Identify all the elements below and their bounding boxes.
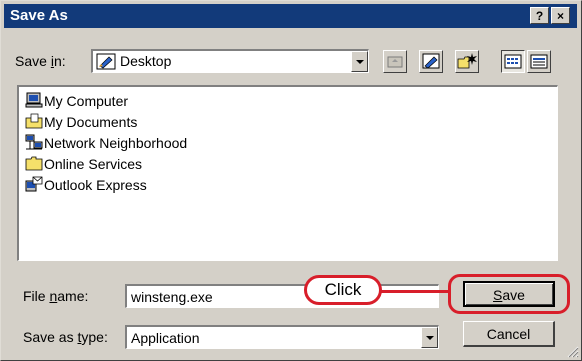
file-name-input[interactable]: winsteng.exe <box>125 284 439 308</box>
file-name-value: winsteng.exe <box>131 289 213 305</box>
cancel-button[interactable]: Cancel <box>463 321 555 347</box>
chevron-down-icon[interactable] <box>351 51 368 72</box>
new-folder-icon <box>457 53 477 69</box>
save-highlight-ring <box>448 274 570 314</box>
help-button[interactable]: ? <box>530 7 549 24</box>
list-item-label: My Documents <box>44 114 138 130</box>
desktop-icon <box>422 53 440 69</box>
save-as-type-label: Save as type: <box>23 329 108 345</box>
list-item-label: Outlook Express <box>44 177 147 193</box>
save-in-label: Save in: <box>15 53 66 69</box>
up-one-level-icon <box>387 56 403 68</box>
computer-icon <box>25 92 43 108</box>
save-as-type-dropdown[interactable]: Application <box>125 325 439 349</box>
list-view-button[interactable] <box>501 50 525 73</box>
save-as-type-value: Application <box>131 330 200 346</box>
file-name-label: File name: <box>23 288 89 304</box>
click-callout: Click <box>304 275 382 305</box>
outlook-icon <box>25 176 43 192</box>
close-button[interactable]: × <box>551 7 570 24</box>
resize-grip-icon[interactable] <box>565 344 579 358</box>
list-view-icon <box>504 54 522 69</box>
details-view-icon <box>530 54 548 69</box>
save-in-dropdown[interactable]: Desktop <box>91 49 369 73</box>
documents-folder-icon <box>25 113 43 129</box>
list-item-label: My Computer <box>44 93 129 109</box>
list-item-label: Online Services <box>44 156 143 172</box>
folder-icon <box>25 156 43 171</box>
save-in-value: Desktop <box>120 53 172 69</box>
title-bar[interactable]: Save As ? × <box>4 4 577 28</box>
list-item-label: Network Neighborhood <box>44 135 188 151</box>
save-as-dialog: Save As ? × Save in: Desktop My Computer… <box>0 0 582 361</box>
desktop-icon <box>96 53 116 70</box>
dialog-title: Save As <box>10 7 68 24</box>
details-view-button[interactable] <box>527 50 551 73</box>
chevron-down-icon[interactable] <box>421 327 438 348</box>
up-one-level-button[interactable] <box>383 50 407 73</box>
network-icon <box>25 134 43 150</box>
go-to-desktop-button[interactable] <box>419 50 443 73</box>
new-folder-button[interactable] <box>455 50 479 73</box>
callout-connector <box>381 290 449 293</box>
file-list[interactable]: My Computer My Documents Network Neighbo… <box>17 85 558 261</box>
